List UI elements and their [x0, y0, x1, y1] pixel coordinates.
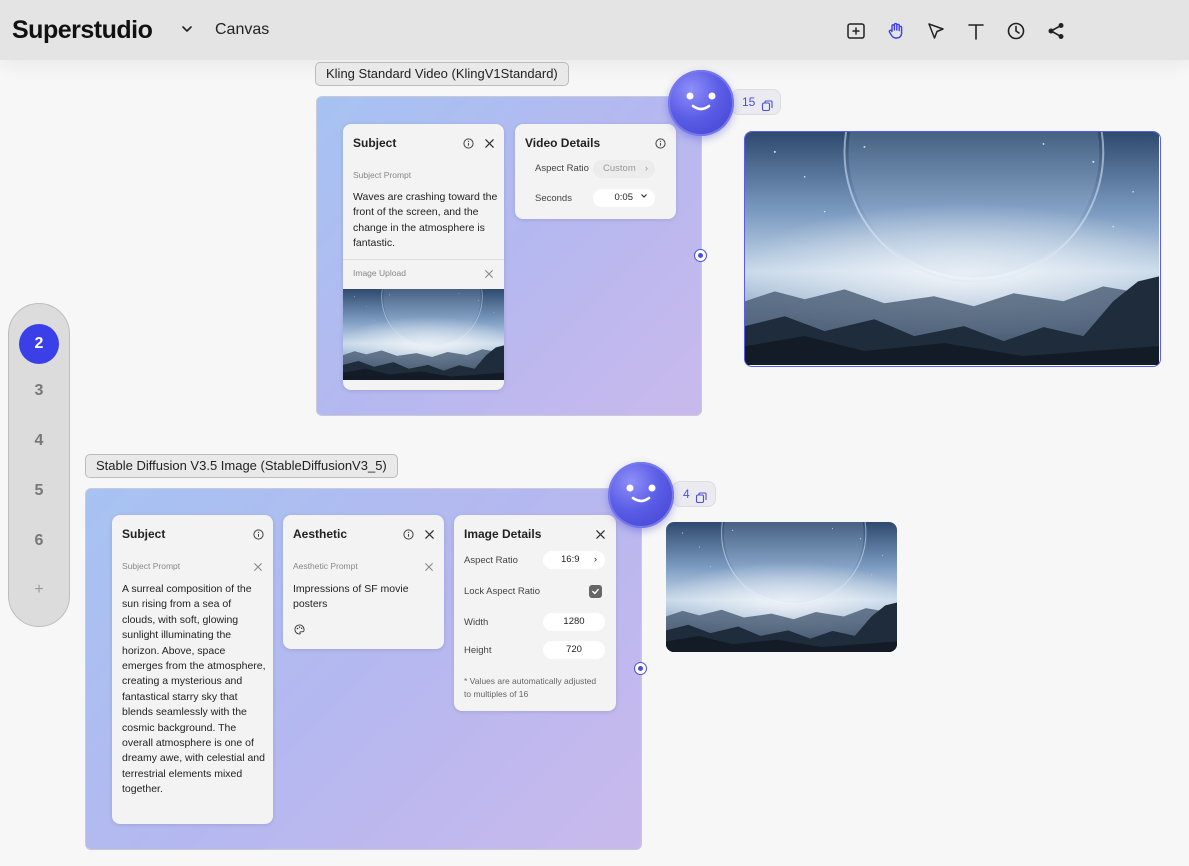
- smiley-avatar[interactable]: [608, 462, 674, 528]
- output-connector[interactable]: [634, 662, 647, 675]
- video-node-tag[interactable]: Kling Standard Video (KlingV1Standard): [315, 62, 569, 86]
- card-title: Aesthetic: [293, 527, 348, 541]
- add-page-button[interactable]: +: [9, 581, 69, 599]
- info-icon[interactable]: [402, 528, 414, 540]
- history-icon[interactable]: [1005, 20, 1027, 42]
- height-input[interactable]: 720: [543, 641, 605, 659]
- page-item-6[interactable]: 6: [9, 532, 69, 550]
- card-title: Image Details: [464, 527, 542, 541]
- chevron-down-icon: [640, 189, 648, 207]
- generated-video-preview[interactable]: [744, 131, 1161, 367]
- page-item-5[interactable]: 5: [9, 482, 69, 500]
- text-icon[interactable]: [965, 20, 987, 42]
- subject-prompt-text[interactable]: Waves are crashing toward the front of t…: [353, 190, 498, 252]
- aesthetic-prompt-label: Aesthetic Prompt: [293, 561, 358, 571]
- close-icon[interactable]: [423, 528, 435, 540]
- generated-image-preview[interactable]: [666, 522, 897, 652]
- aesthetic-prompt-text[interactable]: Impressions of SF movie posters: [293, 582, 433, 613]
- chevron-right-icon: ›: [593, 554, 597, 565]
- card-title: Subject: [122, 527, 166, 541]
- card-title: Subject: [353, 136, 397, 150]
- seconds-value: 0:05: [614, 192, 634, 203]
- credit-badge: 15: [731, 89, 781, 115]
- page-pager: 2 3 4 5 6 +: [8, 303, 70, 627]
- video-details-card: Video Details Aspect Ratio Custom › Seco…: [515, 124, 676, 219]
- divider: [343, 259, 504, 260]
- close-icon[interactable]: [483, 268, 495, 280]
- image-node-tag[interactable]: Stable Diffusion V3.5 Image (StableDiffu…: [85, 454, 398, 478]
- page-item-3[interactable]: 3: [9, 382, 69, 400]
- lock-aspect-ratio-checkbox[interactable]: [589, 585, 602, 598]
- seconds-select[interactable]: 0:05: [593, 189, 655, 207]
- pointer-icon[interactable]: [925, 20, 947, 42]
- aspect-ratio-select[interactable]: Custom ›: [593, 160, 655, 178]
- width-input[interactable]: 1280: [543, 613, 605, 631]
- share-icon[interactable]: [1045, 20, 1067, 42]
- add-frame-icon[interactable]: [845, 20, 867, 42]
- output-connector[interactable]: [694, 249, 707, 262]
- credit-badge: 4: [672, 481, 716, 507]
- image-upload-label: Image Upload: [353, 268, 406, 278]
- info-icon[interactable]: [462, 137, 474, 149]
- info-icon[interactable]: [252, 528, 264, 540]
- video-subject-card: Subject Subject Prompt Waves are crashin…: [343, 124, 504, 390]
- page-title: Canvas: [215, 21, 270, 38]
- page-item-4[interactable]: 4: [9, 432, 69, 450]
- page-item-2[interactable]: 2: [19, 324, 59, 364]
- card-title: Video Details: [525, 136, 601, 150]
- close-icon[interactable]: [483, 137, 495, 149]
- chevron-right-icon: ›: [644, 163, 648, 174]
- close-icon[interactable]: [423, 561, 435, 573]
- values-note: * Values are automatically adjusted to m…: [464, 676, 597, 699]
- close-icon[interactable]: [594, 528, 606, 540]
- image-node-frame[interactable]: Subject Subject Prompt A surreal composi…: [85, 488, 642, 850]
- aspect-ratio-label: Aspect Ratio: [464, 555, 518, 566]
- aspect-ratio-select[interactable]: 16:9 ›: [543, 551, 605, 569]
- aspect-ratio-value: 16:9: [561, 554, 580, 565]
- smiley-avatar[interactable]: [668, 70, 734, 136]
- subject-prompt-label: Subject Prompt: [122, 561, 181, 571]
- width-label: Width: [464, 617, 489, 628]
- height-label: Height: [464, 645, 492, 656]
- credit-icon: [695, 488, 707, 512]
- subject-prompt-text[interactable]: A surreal composition of the sun rising …: [122, 582, 267, 798]
- uploaded-image[interactable]: [343, 289, 504, 380]
- close-icon[interactable]: [252, 561, 264, 573]
- subject-prompt-label: Subject Prompt: [353, 170, 412, 180]
- credit-count: 4: [683, 487, 690, 501]
- top-bar: Superstudio Canvas: [0, 0, 1189, 60]
- credit-icon: [761, 96, 773, 120]
- credit-count: 15: [742, 95, 756, 109]
- video-node-frame[interactable]: Subject Subject Prompt Waves are crashin…: [316, 96, 702, 416]
- image-subject-card: Subject Subject Prompt A surreal composi…: [112, 515, 273, 824]
- aspect-ratio-value: Custom: [603, 163, 636, 174]
- info-icon[interactable]: [654, 137, 666, 149]
- aspect-ratio-label: Aspect Ratio: [535, 163, 589, 174]
- palette-icon[interactable]: [293, 623, 305, 635]
- chevron-down-icon[interactable]: [180, 22, 194, 36]
- image-details-card: Image Details Aspect Ratio 16:9 › Lock A…: [454, 515, 616, 711]
- seconds-label: Seconds: [535, 193, 572, 204]
- aesthetic-card: Aesthetic Aesthetic Prompt Impressions o…: [283, 515, 444, 649]
- brand-logo[interactable]: Superstudio: [12, 16, 153, 45]
- lock-aspect-ratio-label: Lock Aspect Ratio: [464, 586, 541, 597]
- hand-icon[interactable]: [885, 20, 907, 42]
